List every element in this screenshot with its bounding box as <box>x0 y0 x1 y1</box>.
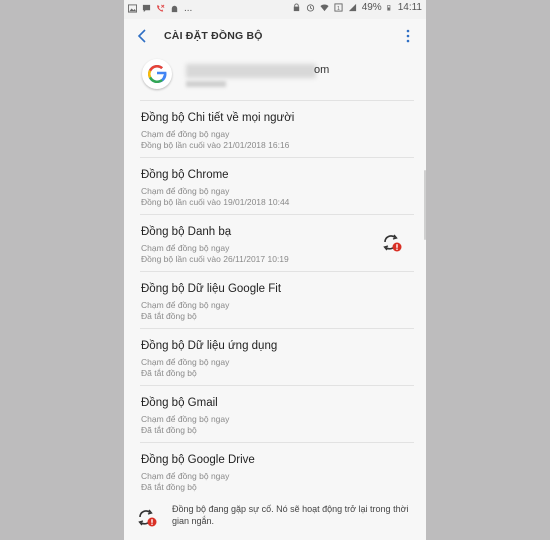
android-icon <box>171 5 178 13</box>
sync-error-icon <box>383 234 402 252</box>
missed-call-icon <box>157 4 165 12</box>
sync-row-title: Đồng bộ Chi tiết về mọi người <box>141 112 295 124</box>
sync-row-people-details[interactable]: Đồng bộ Chi tiết về mọi người Chạm để đồ… <box>124 101 426 158</box>
clock: 14:11 <box>397 2 422 13</box>
sync-row-hint: Chạm để đồng bộ ngay <box>141 300 230 310</box>
sync-row-chrome[interactable]: Đồng bộ Chrome Chạm để đồng bộ ngay Đồng… <box>124 158 426 215</box>
sync-row-hint: Chạm để đồng bộ ngay <box>141 186 230 196</box>
lock-icon <box>293 3 299 12</box>
account-header: om <box>124 53 426 99</box>
phone-screen: ... 1 49% 14:11 CÀI ĐẶT ĐỒNG BỘ om Đồng … <box>124 0 426 540</box>
sync-row-contacts[interactable]: Đồng bộ Danh bạ Chạm để đồng bộ ngay Đồn… <box>124 215 426 272</box>
more-notifications-text: ... <box>184 3 193 14</box>
sync-row-status: Đã tắt đồng bộ <box>141 425 197 435</box>
sync-row-title: Đồng bộ Danh bạ <box>141 226 232 238</box>
sync-row-gmail[interactable]: Đồng bộ Gmail Chạm để đồng bộ ngay Đã tắ… <box>124 386 426 443</box>
wifi-icon <box>320 4 329 12</box>
page-title: CÀI ĐẶT ĐỒNG BỘ <box>164 30 263 42</box>
sync-row-title: Đồng bộ Dữ liệu ứng dụng <box>141 340 278 352</box>
sync-row-status: Đã tắt đồng bộ <box>141 482 197 492</box>
sync-row-google-drive[interactable]: Đồng bộ Google Drive Chạm để đồng bộ nga… <box>124 443 426 500</box>
account-email: om <box>314 64 330 76</box>
sync-row-title: Đồng bộ Gmail <box>141 397 218 409</box>
sync-row-status: Đồng bộ lần cuối vào 19/01/2018 10:44 <box>141 197 290 207</box>
sync-row-title: Đồng bộ Chrome <box>141 169 229 181</box>
svg-text:1: 1 <box>337 6 340 12</box>
scrollbar[interactable] <box>424 170 426 240</box>
signal-1-icon: 1 <box>334 3 343 12</box>
email-redacted <box>186 64 316 78</box>
sync-row-app-data[interactable]: Đồng bộ Dữ liệu ứng dụng Chạm để đồng bộ… <box>124 329 426 386</box>
sync-row-status: Đã tắt đồng bộ <box>141 368 197 378</box>
sync-row-title: Đồng bộ Dữ liệu Google Fit <box>141 283 282 295</box>
sync-row-google-fit[interactable]: Đồng bộ Dữ liệu Google Fit Chạm để đồng … <box>124 272 426 329</box>
sync-row-hint: Chạm để đồng bộ ngay <box>141 471 230 481</box>
more-options-icon[interactable] <box>404 27 412 45</box>
back-arrow-icon[interactable] <box>134 27 152 45</box>
sync-problem-message: Đồng bộ đang gặp sự cố. Nó sẽ hoạt động … <box>172 504 409 526</box>
sync-problem-banner: Đồng bộ đang gặp sự cố. Nó sẽ hoạt động … <box>124 499 426 540</box>
app-bar: CÀI ĐẶT ĐỒNG BỘ <box>124 19 426 53</box>
battery-icon <box>387 5 391 11</box>
message-notification-icon <box>142 4 151 13</box>
sync-row-hint: Chạm để đồng bộ ngay <box>141 414 230 424</box>
image-notification-icon <box>128 4 137 13</box>
status-bar: ... 1 49% 14:11 <box>124 0 426 19</box>
sync-row-status: Đã tắt đồng bộ <box>141 311 197 321</box>
sync-row-status: Đồng bộ lần cuối vào 21/01/2018 16:16 <box>141 140 290 150</box>
sync-row-hint: Chạm để đồng bộ ngay <box>141 357 230 367</box>
sync-row-hint: Chạm để đồng bộ ngay <box>141 129 230 139</box>
watermark-icon <box>352 0 372 4</box>
sync-row-hint: Chạm để đồng bộ ngay <box>141 243 230 253</box>
google-icon <box>142 59 172 89</box>
account-type-redacted <box>186 81 226 87</box>
sync-error-icon <box>138 509 157 527</box>
sync-row-status: Đồng bộ lần cuối vào 26/11/2017 10:19 <box>141 254 289 264</box>
sync-row-title: Đồng bộ Google Drive <box>141 454 255 466</box>
alarm-icon <box>306 4 314 12</box>
